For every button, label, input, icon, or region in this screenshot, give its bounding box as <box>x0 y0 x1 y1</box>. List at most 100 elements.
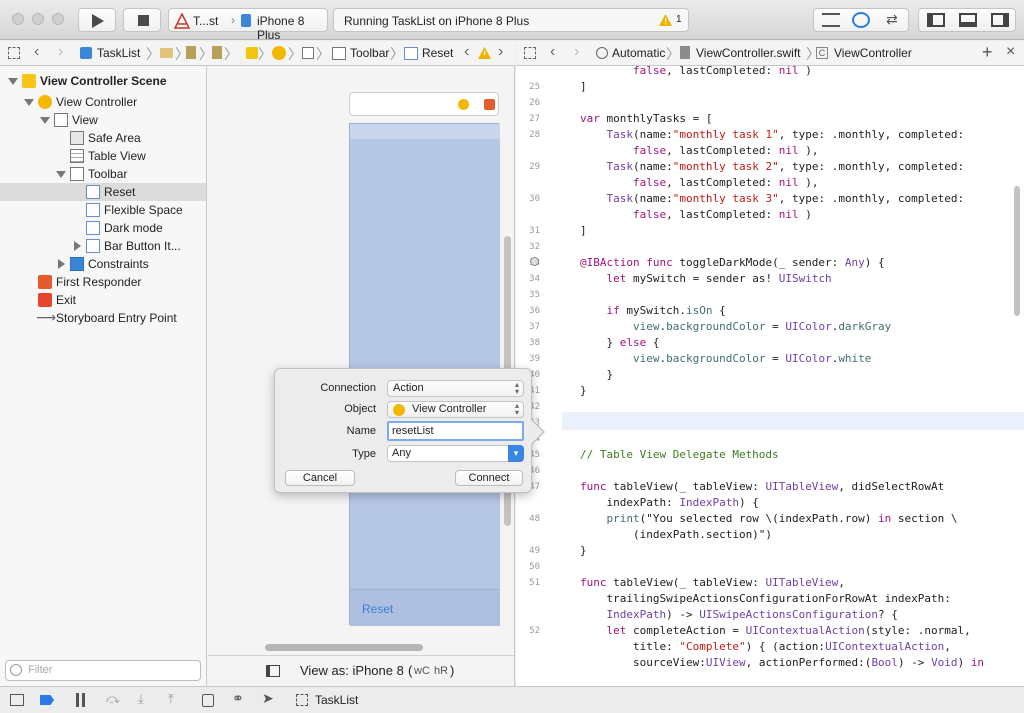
outline-label: Bar Button It... <box>104 239 181 253</box>
first-responder-icon[interactable] <box>484 99 495 110</box>
view-controller-icon[interactable] <box>458 99 469 110</box>
view-controller-icon[interactable] <box>272 46 286 60</box>
assistant-editor-icon[interactable] <box>852 12 870 28</box>
storyboard-file-icon[interactable] <box>212 46 222 59</box>
disclosure-triangle[interactable] <box>8 78 18 85</box>
folder-icon[interactable] <box>160 48 173 58</box>
breakpoints-icon[interactable] <box>40 695 54 705</box>
debug-target-label[interactable]: TaskList <box>315 693 358 707</box>
forward-arrow-icon[interactable]: › <box>574 43 579 61</box>
issue-back-arrow-icon[interactable]: ‹ <box>464 43 469 61</box>
standard-editor-icon[interactable] <box>822 13 840 27</box>
simulate-location-icon[interactable]: ➤ <box>262 690 274 707</box>
jump-item-file[interactable]: ViewController.swift <box>696 46 800 60</box>
run-button[interactable] <box>78 8 116 32</box>
outline-label: Exit <box>56 293 77 307</box>
outline-filter-field[interactable]: Filter <box>5 660 201 681</box>
size-class-width: wC <box>414 665 430 677</box>
jump-item-mode[interactable]: Automatic <box>612 46 665 60</box>
view-as-label[interactable]: View as: iPhone 8 <box>300 663 404 678</box>
outline-row-dark-mode[interactable]: Dark mode <box>0 219 206 237</box>
reset-bar-button[interactable]: Reset <box>362 602 393 616</box>
step-over-icon[interactable]: ⤼ <box>106 691 120 707</box>
outline-row-first-responder[interactable]: First Responder <box>0 273 206 291</box>
view-hierarchy-icon[interactable] <box>202 694 214 707</box>
warning-icon[interactable] <box>478 47 491 59</box>
insertion-line-highlight <box>516 412 1024 430</box>
cancel-button[interactable]: Cancel <box>285 470 355 486</box>
pause-icon[interactable] <box>76 693 85 707</box>
warning-icon[interactable] <box>659 14 672 26</box>
toggle-debug-area-icon[interactable] <box>10 694 24 706</box>
outline-row-view-controller[interactable]: View Controller <box>0 93 206 111</box>
navigator-toggle-icon[interactable] <box>927 13 945 27</box>
scheme-selector[interactable]: T...st › iPhone 8 Plus <box>168 8 328 42</box>
outline-row-bar-button-item[interactable]: Bar Button It... <box>0 237 206 255</box>
outline-row-flexible-space[interactable]: Flexible Space <box>0 201 206 219</box>
jump-item-symbol[interactable]: ViewController <box>834 46 912 60</box>
disclosure-triangle[interactable] <box>56 171 66 178</box>
automatic-mode-icon <box>596 47 608 59</box>
debug-toggle-icon[interactable] <box>959 13 977 27</box>
step-into-icon[interactable]: ⤓ <box>138 691 144 707</box>
disclosure-triangle[interactable] <box>58 259 65 269</box>
stop-button[interactable] <box>123 8 161 32</box>
source-editor[interactable]: 2526272829303132333435363738394041424344… <box>516 66 1024 686</box>
jump-separator: 〉 <box>224 46 238 62</box>
code-line: false, lastCompleted: nil ) <box>632 208 812 221</box>
type-combo[interactable]: Any ▾ <box>387 445 524 462</box>
related-items-icon[interactable] <box>524 47 536 59</box>
zoom-window-button[interactable] <box>52 13 64 25</box>
memory-graph-icon[interactable]: ⚭ <box>232 690 244 707</box>
storyboard-file-icon[interactable] <box>186 46 196 59</box>
editor-vertical-scrollbar[interactable] <box>1014 186 1020 316</box>
back-arrow-icon[interactable]: ‹ <box>550 43 555 61</box>
chevron-down-icon[interactable]: ▾ <box>508 445 524 462</box>
disclosure-triangle[interactable] <box>74 241 81 251</box>
name-field[interactable]: resetList <box>387 421 524 441</box>
close-editor-icon[interactable]: × <box>1006 43 1015 61</box>
outline-row-scene[interactable]: View Controller Scene <box>0 72 206 90</box>
jump-item-project[interactable]: TaskList <box>97 46 140 60</box>
add-editor-icon[interactable]: + <box>982 42 993 63</box>
toolbar-icon <box>70 167 84 181</box>
connect-button[interactable]: Connect <box>455 470 523 486</box>
outline-row-toolbar[interactable]: Toolbar <box>0 165 206 183</box>
outline-row-safe-area[interactable]: Safe Area <box>0 129 206 147</box>
connection-popup[interactable]: Action ▴ ▾ <box>387 380 524 397</box>
jump-separator: 〉 <box>666 46 680 62</box>
scene-icon[interactable] <box>246 47 258 59</box>
forward-arrow-icon[interactable]: › <box>58 43 63 61</box>
issue-forward-arrow-icon[interactable]: › <box>498 43 503 61</box>
canvas-horizontal-scrollbar[interactable] <box>265 644 423 651</box>
outline-label: View Controller <box>56 95 138 109</box>
disclosure-triangle[interactable] <box>40 117 50 124</box>
object-popup[interactable]: View Controller ▴ ▾ <box>387 401 524 418</box>
filter-placeholder: Filter <box>28 664 53 676</box>
toolbar[interactable]: Reset <box>350 589 500 626</box>
line-number: 36 <box>529 306 540 316</box>
code-line: false, lastCompleted: nil ), <box>632 176 819 189</box>
scheme-app-label: T...st <box>193 14 219 28</box>
jump-item-reset[interactable]: Reset <box>422 46 453 60</box>
close-window-button[interactable] <box>12 13 24 25</box>
back-arrow-icon[interactable]: ‹ <box>34 43 39 61</box>
related-items-icon[interactable] <box>8 47 20 59</box>
outline-row-constraints[interactable]: Constraints <box>0 255 206 273</box>
scene-dock[interactable] <box>349 92 499 116</box>
disclosure-triangle[interactable] <box>24 99 34 106</box>
outline-row-view[interactable]: View <box>0 111 206 129</box>
step-out-icon[interactable]: ⤒ <box>168 691 174 707</box>
outline-row-exit[interactable]: Exit <box>0 291 206 309</box>
minimize-window-button[interactable] <box>32 13 44 25</box>
inspector-toggle-icon[interactable] <box>991 13 1009 27</box>
view-icon[interactable] <box>302 47 314 59</box>
outline-row-table-view[interactable]: Table View <box>0 147 206 165</box>
jump-item-toolbar[interactable]: Toolbar <box>350 46 389 60</box>
version-editor-icon[interactable]: ⇄ <box>886 11 898 28</box>
outline-row-entry-point[interactable]: ⟶ Storyboard Entry Point <box>0 309 206 327</box>
swift-file-icon <box>680 46 690 59</box>
outline-row-reset[interactable]: Reset <box>0 183 206 201</box>
document-outline-toggle-icon[interactable] <box>266 665 280 677</box>
table-view[interactable] <box>350 139 500 589</box>
